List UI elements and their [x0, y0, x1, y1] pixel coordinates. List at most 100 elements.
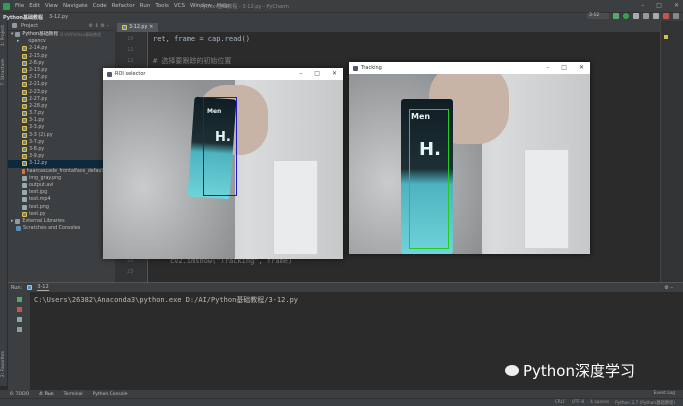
interpreter[interactable]: Python 3.7 (Python基础教程) — [615, 400, 675, 406]
close-tab-icon[interactable]: × — [149, 25, 153, 30]
roi-window-titlebar[interactable]: ROI selector – □ ✕ — [103, 68, 343, 80]
breadcrumb-project[interactable]: Python基础教程 — [3, 14, 43, 21]
tree-item[interactable]: 2-17.py — [8, 74, 115, 81]
menu-refactor[interactable]: Refactor — [112, 3, 135, 9]
maximize-icon[interactable]: □ — [561, 64, 567, 71]
search-icon[interactable] — [673, 13, 679, 19]
tree-item[interactable]: test.png — [8, 204, 115, 211]
pin-icon[interactable] — [16, 327, 22, 332]
minimize-icon[interactable]: – — [299, 70, 302, 77]
debug-icon[interactable] — [623, 13, 629, 19]
favorites-tool-tab[interactable]: 2: Favorites — [1, 351, 6, 377]
line-number: 10 — [127, 36, 134, 42]
run-tab-button[interactable]: 4: Run — [39, 392, 53, 397]
python-file-icon — [22, 139, 27, 145]
maximize-icon[interactable]: □ — [314, 70, 320, 77]
tree-item[interactable]: 2-14.py — [8, 45, 115, 52]
tree-item[interactable]: output.avi — [8, 182, 115, 189]
profile-icon[interactable] — [643, 13, 649, 19]
folder-icon — [15, 32, 21, 38]
encoding[interactable]: UTF-8 — [572, 400, 585, 405]
settings-gear-icon[interactable]: ⚙ ⇕ ⚙ – — [89, 23, 109, 29]
structure-tool-tab[interactable]: 7: Structure — [1, 59, 6, 86]
editor-scroll-markers[interactable] — [660, 21, 683, 282]
run-tab[interactable]: 3-12 — [37, 284, 49, 291]
python-file-icon — [22, 161, 27, 167]
project-view-select[interactable]: Project — [21, 23, 38, 29]
python-file-icon — [22, 89, 27, 95]
tree-item-label: test.png — [29, 204, 49, 210]
tree-item-label: test.mp4 — [29, 197, 51, 203]
roi-bounding-box[interactable] — [203, 97, 237, 196]
tab-3-12-py[interactable]: 3-12.py × — [117, 23, 159, 32]
tree-item[interactable]: 2-13.py — [8, 67, 115, 74]
menu-vcs[interactable]: VCS — [174, 3, 185, 9]
scratches-icon — [16, 226, 21, 232]
close-icon[interactable]: ✕ — [332, 70, 337, 77]
breadcrumb: Python基础教程 3-12.py — [0, 12, 683, 21]
event-log-button[interactable]: Event Log — [654, 391, 675, 396]
restore-layout-icon[interactable] — [16, 317, 22, 322]
tree-item[interactable]: 2-21.py — [8, 81, 115, 88]
tree-item[interactable]: haarcascade_frontalface_default.xml — [8, 168, 115, 175]
menu-code[interactable]: Code — [93, 3, 107, 9]
minimize-icon[interactable]: – — [546, 64, 549, 71]
python-console-tab[interactable]: Python Console — [93, 392, 128, 397]
watermark-text: Python深度学习 — [523, 362, 635, 380]
tree-item[interactable]: 2-23.py — [8, 89, 115, 96]
stop-icon[interactable] — [16, 307, 22, 312]
tree-root[interactable]: ▾ Python基础教程 D:\AI\Python基础教程 — [8, 31, 115, 38]
root-path: D:\AI\Python基础教程 — [60, 32, 102, 37]
tree-item[interactable]: ▸ opencv — [8, 38, 115, 45]
rerun-icon[interactable] — [16, 297, 22, 302]
menu-file[interactable]: File — [15, 3, 24, 9]
tree-item[interactable]: 3-12.py — [8, 160, 115, 168]
tree-item[interactable]: 3-8.py — [8, 146, 115, 153]
tracking-window-titlebar[interactable]: Tracking – □ ✕ — [349, 62, 590, 74]
terminal-tab[interactable]: Terminal — [64, 392, 83, 397]
menu-edit[interactable]: Edit — [29, 3, 40, 9]
todo-tab[interactable]: 6: TODO — [10, 392, 29, 397]
roi-camera-frame[interactable]: Men H. — [103, 80, 343, 259]
project-tool-tab[interactable]: 1: Project — [1, 25, 6, 46]
tree-item[interactable]: 2-27.py — [8, 96, 115, 103]
tree-item[interactable]: 3-7.py — [8, 139, 115, 146]
run-config-select[interactable]: 3-12 — [587, 13, 609, 19]
tree-item[interactable]: test.jpg — [8, 189, 115, 196]
tree-item[interactable]: 2-28.py — [8, 103, 115, 110]
line-separator[interactable]: CRLF — [555, 400, 566, 405]
minimize-icon[interactable]: – — [641, 2, 644, 9]
menu-tools[interactable]: Tools — [155, 3, 169, 9]
tree-item[interactable]: 2-15.py — [8, 53, 115, 60]
tree-scratches[interactable]: Scratches and Consoles — [8, 225, 115, 232]
tree-item[interactable]: 3.7.py — [8, 110, 115, 117]
menu-navigate[interactable]: Navigate — [63, 3, 88, 9]
breadcrumb-file[interactable]: 3-12.py — [49, 14, 68, 20]
tree-item-label: 3-3 (2).py — [29, 132, 53, 138]
build-icon[interactable] — [653, 13, 659, 19]
tree-item[interactable]: test.py — [8, 211, 115, 218]
gear-icon[interactable]: ⚙ – — [664, 285, 673, 291]
coverage-icon[interactable] — [633, 13, 639, 19]
run-icon[interactable] — [613, 13, 619, 19]
warning-icon[interactable] — [664, 35, 668, 39]
close-icon[interactable]: ✕ — [579, 64, 584, 71]
stop-icon[interactable] — [663, 13, 669, 19]
python-file-icon — [22, 118, 27, 124]
tree-item[interactable]: 3-9.py — [8, 153, 115, 160]
indent[interactable]: 4 spaces — [590, 400, 609, 405]
tree-item[interactable]: 3-1.py — [8, 117, 115, 124]
file-icon — [22, 183, 27, 189]
tree-external-libraries[interactable]: ▸ External Libraries — [8, 218, 115, 225]
menu-view[interactable]: View — [45, 3, 58, 9]
close-icon[interactable]: ✕ — [674, 2, 679, 9]
python-file-icon — [22, 147, 27, 153]
tree-item[interactable]: test.mp4 — [8, 196, 115, 203]
tree-item[interactable]: img_gray.png — [8, 175, 115, 182]
tree-item[interactable]: 2-8.py — [8, 60, 115, 67]
file-icon — [22, 204, 27, 210]
tree-item[interactable]: 3-3.py — [8, 124, 115, 131]
tree-item[interactable]: 3-3 (2).py — [8, 132, 115, 139]
menu-run[interactable]: Run — [140, 3, 151, 9]
maximize-icon[interactable]: □ — [656, 2, 662, 9]
